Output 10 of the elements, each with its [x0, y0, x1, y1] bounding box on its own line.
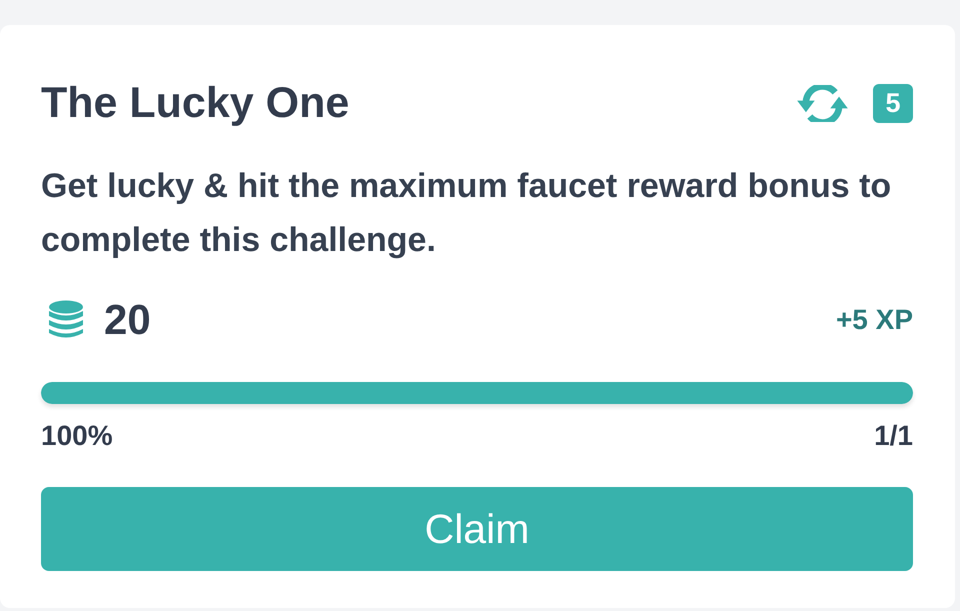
progress-count: 1/1: [874, 421, 913, 451]
claim-button[interactable]: Claim: [41, 487, 913, 571]
coin-amount: 20: [104, 298, 151, 342]
card-title: The Lucky One: [41, 79, 350, 127]
refresh-icon[interactable]: [797, 84, 848, 122]
challenge-description: Get lucky & hit the maximum faucet reward bonus to complete this challenge.: [41, 166, 892, 261]
xp-reward: +5 XP: [836, 304, 913, 336]
coin-stack-icon: [48, 300, 84, 340]
progress-percent: 100%: [41, 421, 113, 451]
count-badge: 5: [873, 84, 913, 122]
